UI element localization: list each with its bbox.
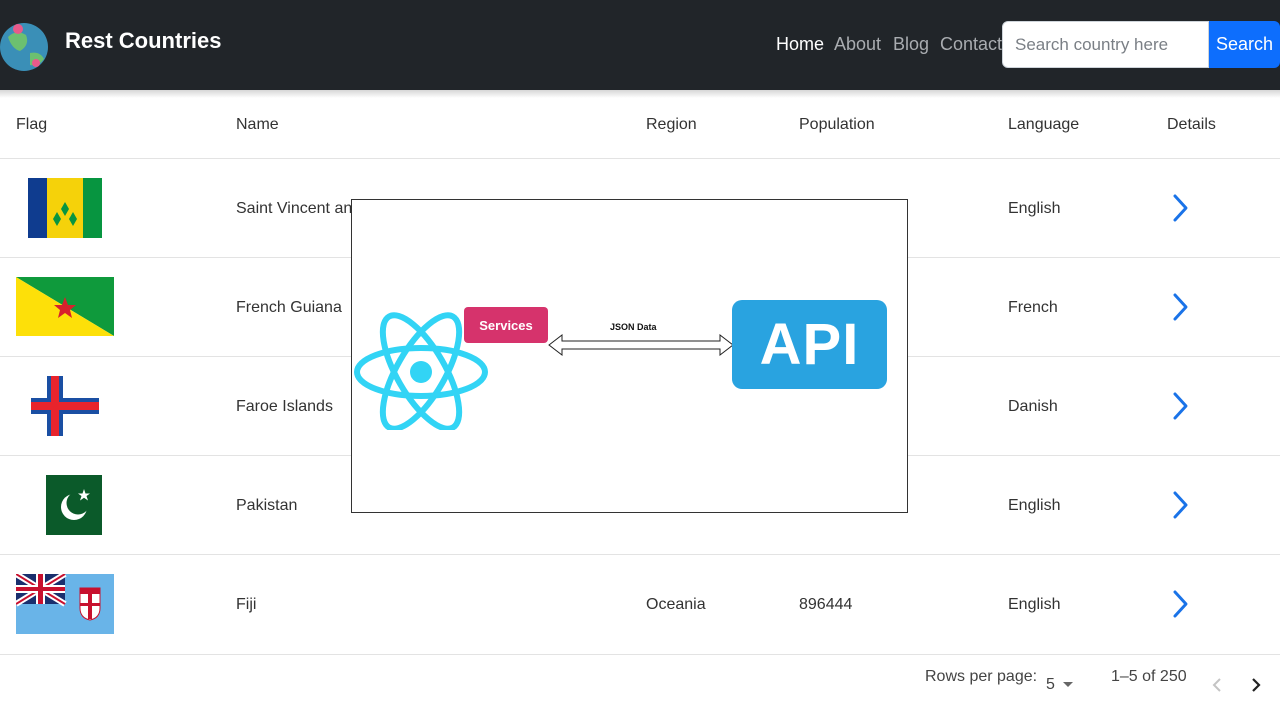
- api-box: API: [732, 300, 887, 389]
- divider: [0, 654, 1280, 655]
- country-name: Saint Vincent and: [236, 200, 362, 217]
- bidirectional-arrow-icon: [548, 334, 734, 356]
- country-language: English: [1008, 596, 1061, 613]
- brand-title[interactable]: Rest Countries: [65, 28, 221, 54]
- header-region: Region: [646, 116, 697, 133]
- country-population: 896444: [799, 596, 853, 613]
- chevron-right-icon[interactable]: [1169, 292, 1191, 322]
- pakistan-flag: [46, 475, 102, 535]
- rows-per-page-label: Rows per page:: [925, 668, 1038, 685]
- fiji-flag: [16, 574, 114, 634]
- chevron-right-icon[interactable]: [1169, 490, 1191, 520]
- globe-logo-icon[interactable]: [0, 15, 50, 75]
- next-page-icon[interactable]: [1249, 676, 1263, 694]
- architecture-diagram: Services JSON Data API: [351, 199, 908, 513]
- chevron-right-icon[interactable]: [1169, 589, 1191, 619]
- country-name: Pakistan: [236, 497, 298, 514]
- nav-blog-link[interactable]: Blog: [893, 34, 929, 55]
- nav-home-link[interactable]: Home: [776, 34, 824, 55]
- json-data-label: JSON Data: [610, 322, 657, 332]
- header-name: Name: [236, 116, 279, 133]
- country-region: Oceania: [646, 596, 706, 613]
- header-population: Population: [799, 116, 875, 133]
- country-language: English: [1008, 200, 1061, 217]
- country-name: Fiji: [236, 596, 257, 613]
- nav-about-link[interactable]: About: [834, 34, 881, 55]
- previous-page-icon[interactable]: [1210, 676, 1224, 694]
- divider: [0, 554, 1280, 555]
- saint-vincent-flag: [28, 178, 102, 238]
- chevron-right-icon[interactable]: [1169, 391, 1191, 421]
- country-name: French Guiana: [236, 299, 342, 316]
- search-button[interactable]: Search: [1209, 21, 1280, 68]
- divider: [0, 158, 1280, 159]
- navbar: Rest Countries Home About Blog Contact S…: [0, 0, 1280, 90]
- navbar-shadow: [0, 90, 1280, 98]
- header-flag: Flag: [16, 116, 48, 133]
- caret-down-icon: [1062, 682, 1073, 688]
- country-language: French: [1008, 299, 1058, 316]
- french-guiana-flag: [16, 277, 114, 336]
- chevron-right-icon[interactable]: [1169, 193, 1191, 223]
- services-box: Services: [464, 307, 548, 343]
- nav-contact-link[interactable]: Contact: [940, 34, 1002, 55]
- country-name: Faroe Islands: [236, 398, 333, 415]
- country-language: Danish: [1008, 398, 1058, 415]
- rows-per-page-value: 5: [1046, 676, 1055, 693]
- faroe-islands-flag: [31, 376, 99, 436]
- header-language: Language: [1008, 116, 1080, 133]
- pagination-range: 1–5 of 250: [1111, 668, 1187, 685]
- rows-per-page-select[interactable]: 5: [1046, 676, 1073, 694]
- header-details: Details: [1167, 116, 1216, 133]
- search-input[interactable]: [1002, 21, 1209, 68]
- country-language: English: [1008, 497, 1061, 514]
